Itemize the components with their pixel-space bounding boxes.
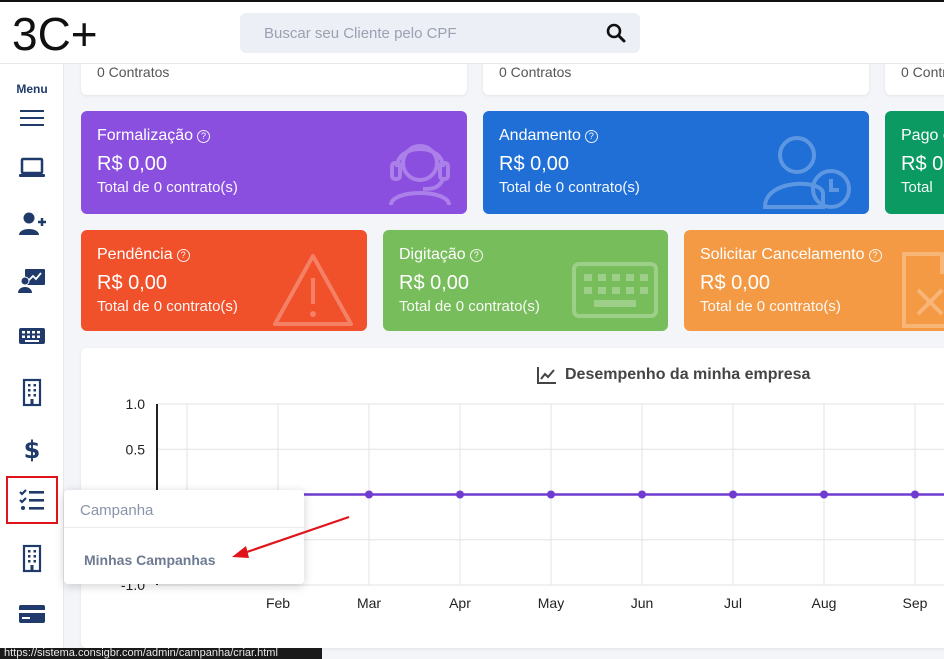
window-edge bbox=[0, 0, 944, 2]
data-point bbox=[365, 490, 373, 499]
data-point bbox=[456, 490, 464, 499]
x-tick-label: Jun bbox=[631, 595, 654, 611]
add-user-icon bbox=[19, 212, 46, 235]
x-tick-label: Sep bbox=[903, 595, 928, 611]
card-pendencia[interactable]: Pendência? R$ 0,00 Total de 0 contrato(s… bbox=[81, 230, 367, 331]
sidebar-item-company[interactable] bbox=[14, 540, 50, 576]
card-pago[interactable]: Pago c R$ 0, Total bbox=[885, 111, 944, 214]
svg-text:$: $ bbox=[24, 436, 41, 463]
card-subtitle: Total bbox=[901, 179, 933, 196]
card-title: Digitação? bbox=[399, 246, 483, 264]
laptop-icon bbox=[19, 157, 45, 177]
x-tick-label: Jul bbox=[724, 595, 742, 611]
building-icon bbox=[22, 378, 42, 407]
status-bar-url: https://sistema.consigbr.com/admin/campa… bbox=[0, 648, 322, 659]
card-formalizacao[interactable]: Formalização? R$ 0,00 Total de 0 contrat… bbox=[81, 111, 467, 214]
popover-header: Campanha bbox=[80, 502, 154, 519]
user-clock-icon bbox=[762, 136, 851, 209]
card-digitacao[interactable]: Digitação? R$ 0,00 Total de 0 contrato(s… bbox=[383, 230, 668, 331]
card-title-text: Formalização bbox=[97, 127, 194, 144]
sidebar-item-keyboard[interactable] bbox=[14, 318, 50, 354]
card-subtitle: Total de 0 contrato(s) bbox=[399, 298, 540, 315]
x-tick-label: Mar bbox=[357, 595, 381, 611]
card-title: Andamento? bbox=[499, 127, 598, 145]
sidebar-item-presentation[interactable] bbox=[14, 262, 50, 298]
chart-title: Desempenho da minha empresa bbox=[537, 366, 811, 384]
help-icon[interactable]: ? bbox=[868, 249, 882, 262]
card-title-text: Pendência bbox=[97, 246, 173, 263]
y-tick-label: 0.5 bbox=[126, 441, 146, 457]
data-point bbox=[547, 490, 555, 499]
sidebar-item-add-user[interactable] bbox=[14, 206, 50, 242]
keyboard-icon bbox=[19, 328, 45, 344]
file-cancel-icon bbox=[902, 252, 944, 328]
x-tick-label: Feb bbox=[266, 595, 290, 611]
x-tick-label: Apr bbox=[449, 595, 471, 611]
logo-text: 3C+ bbox=[12, 8, 98, 58]
card-title-text: Solicitar Cancelamento bbox=[700, 246, 865, 263]
card-amount: R$ 0,00 bbox=[97, 153, 168, 175]
chart-title-text: Desempenho da minha empresa bbox=[565, 366, 811, 383]
sidebar: Menu $ bbox=[0, 64, 64, 659]
x-tick-label: Aug bbox=[812, 595, 837, 611]
card-subtitle: Total de 0 contrato(s) bbox=[700, 298, 841, 315]
data-point bbox=[729, 490, 737, 499]
sidebar-item-dashboard[interactable] bbox=[14, 150, 50, 186]
hamburger-icon bbox=[20, 110, 44, 126]
card-title: Pago c bbox=[901, 127, 944, 144]
card-subtitle: Total de 0 contrato(s) bbox=[499, 179, 640, 196]
menu-label: Menu bbox=[16, 82, 48, 96]
presentation-user-icon bbox=[18, 269, 45, 293]
card-amount: R$ 0,00 bbox=[499, 153, 570, 175]
campaign-popover: Campanha Minhas Campanhas bbox=[64, 490, 304, 584]
chart-line-icon bbox=[537, 367, 556, 384]
card-subtitle: Total de 0 contrato(s) bbox=[97, 298, 238, 315]
search-input[interactable] bbox=[240, 13, 600, 53]
contracts-count: 0 Contr bbox=[901, 64, 944, 80]
top-bar: 3C+ bbox=[0, 0, 944, 64]
card-andamento[interactable]: Andamento? R$ 0,00 Total de 0 contrato(s… bbox=[483, 111, 869, 214]
logo[interactable]: 3C+ bbox=[12, 8, 102, 58]
contracts-count: 0 Contratos bbox=[499, 64, 572, 80]
sidebar-item-payments[interactable] bbox=[14, 596, 50, 632]
card-amount: R$ 0,00 bbox=[399, 272, 470, 294]
hamburger-menu-button[interactable] bbox=[14, 100, 50, 136]
credit-card-icon bbox=[19, 605, 45, 623]
help-icon[interactable]: ? bbox=[197, 130, 211, 143]
card-amount: R$ 0,00 bbox=[700, 272, 771, 294]
card-title: Formalização? bbox=[97, 127, 211, 145]
active-item-highlight bbox=[6, 476, 58, 524]
warning-icon bbox=[273, 254, 353, 326]
help-icon[interactable]: ? bbox=[176, 249, 190, 262]
dollar-icon: $ bbox=[24, 436, 41, 463]
sidebar-item-finance[interactable]: $ bbox=[14, 430, 50, 466]
contracts-count: 0 Contratos bbox=[97, 64, 170, 80]
card-title: Solicitar Cancelamento? bbox=[700, 246, 882, 264]
data-point bbox=[911, 490, 919, 499]
card-amount: R$ 0, bbox=[901, 153, 944, 175]
data-point bbox=[820, 490, 828, 499]
my-campaigns-link[interactable]: Minhas Campanhas bbox=[84, 552, 215, 568]
building-icon bbox=[22, 544, 42, 573]
search-bar bbox=[240, 13, 640, 53]
data-point bbox=[638, 490, 646, 499]
card-amount: R$ 0,00 bbox=[97, 272, 168, 294]
search-icon[interactable] bbox=[606, 23, 626, 43]
help-icon[interactable]: ? bbox=[469, 249, 483, 262]
keyboard-icon bbox=[572, 262, 658, 318]
card-title-text: Andamento bbox=[499, 127, 581, 144]
card-title-text: Digitação bbox=[399, 246, 466, 263]
card-subtitle: Total de 0 contrato(s) bbox=[97, 179, 238, 196]
y-tick-label: 1.0 bbox=[126, 396, 146, 412]
headset-icon bbox=[389, 144, 451, 206]
card-solicitar-cancelamento[interactable]: Solicitar Cancelamento? R$ 0,00 Total de… bbox=[684, 230, 944, 331]
popover-divider bbox=[64, 527, 304, 528]
help-icon[interactable]: ? bbox=[584, 130, 598, 143]
card-title: Pendência? bbox=[97, 246, 190, 264]
sidebar-item-building[interactable] bbox=[14, 374, 50, 410]
x-tick-label: May bbox=[538, 595, 564, 611]
